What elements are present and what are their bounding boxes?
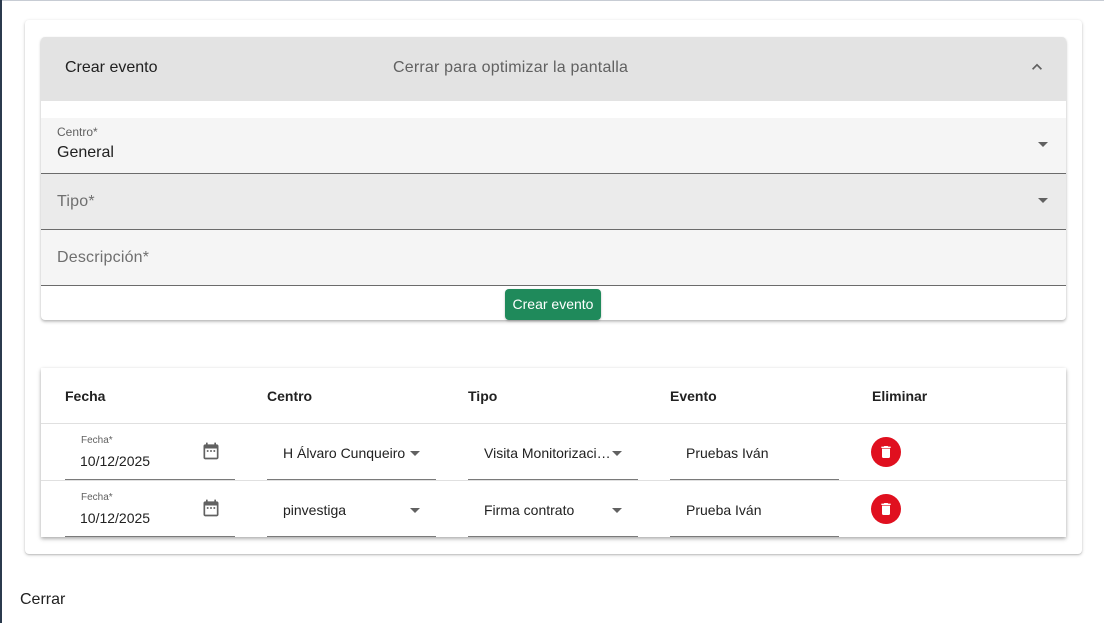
evento-value: Pruebas Iván <box>686 445 769 461</box>
centro-row-select[interactable]: H Álvaro Cunqueiro <box>267 424 436 480</box>
calendar-icon[interactable] <box>201 498 221 518</box>
centro-row-select[interactable]: pinvestiga <box>267 481 436 537</box>
tipo-row-value: Firma contrato <box>484 502 575 518</box>
window-top-border <box>0 0 1104 1</box>
evento-input[interactable]: Pruebas Iván <box>670 424 839 480</box>
fecha-label: Fecha* <box>81 435 113 446</box>
trash-icon <box>881 503 891 515</box>
descripcion-field[interactable]: Descripción* <box>41 230 1066 286</box>
centro-label: Centro* <box>57 125 98 139</box>
chevron-up-icon[interactable] <box>1027 57 1047 77</box>
close-button[interactable]: Cerrar <box>20 591 65 609</box>
evento-input[interactable]: Prueba Iván <box>670 481 839 537</box>
dropdown-arrow-icon <box>612 508 622 513</box>
tipo-row-select[interactable]: Visita Monitorización <box>468 424 638 480</box>
header-eliminar: Eliminar <box>872 388 928 404</box>
dropdown-arrow-icon <box>410 451 420 456</box>
dropdown-arrow-icon <box>612 451 622 456</box>
create-event-panel-header[interactable]: Crear evento Cerrar para optimizar la pa… <box>41 37 1066 101</box>
fecha-input[interactable]: Fecha* 10/12/2025 <box>65 424 235 480</box>
events-table: Fecha Centro Tipo Evento Eliminar Fecha*… <box>41 368 1066 537</box>
fecha-value: 10/12/2025 <box>80 453 151 469</box>
header-evento: Evento <box>670 388 717 404</box>
fecha-input[interactable]: Fecha* 10/12/2025 <box>65 481 235 537</box>
dropdown-arrow-icon <box>410 508 420 513</box>
fecha-label: Fecha* <box>81 492 113 503</box>
centro-row-value: H Álvaro Cunqueiro <box>283 445 406 461</box>
tipo-row-value: Visita Monitorización <box>484 445 612 461</box>
delete-button[interactable] <box>871 437 901 467</box>
trash-icon <box>881 446 891 458</box>
centro-select[interactable]: Centro* General <box>41 118 1066 174</box>
header-centro: Centro <box>267 388 313 404</box>
tipo-label: Tipo* <box>57 193 95 210</box>
dropdown-arrow-icon <box>1038 142 1048 147</box>
fecha-value: 10/12/2025 <box>80 510 151 526</box>
panel-title: Crear evento <box>65 59 158 76</box>
evento-value: Prueba Iván <box>686 502 762 518</box>
dropdown-arrow-icon <box>1038 198 1048 203</box>
descripcion-label: Descripción* <box>57 249 150 266</box>
tipo-select[interactable]: Tipo* <box>41 174 1066 230</box>
centro-row-value: pinvestiga <box>283 502 347 518</box>
header-tipo: Tipo <box>468 388 498 404</box>
main-card: Crear evento Cerrar para optimizar la pa… <box>25 20 1082 554</box>
create-event-button[interactable]: Crear evento <box>505 289 601 320</box>
header-fecha: Fecha <box>65 388 106 404</box>
window-left-border <box>0 0 2 623</box>
tipo-row-select[interactable]: Firma contrato <box>468 481 638 537</box>
delete-button[interactable] <box>871 494 901 524</box>
create-event-panel: Crear evento Cerrar para optimizar la pa… <box>41 37 1066 320</box>
panel-description: Cerrar para optimizar la pantalla <box>393 59 629 76</box>
calendar-icon[interactable] <box>201 441 221 461</box>
centro-value: General <box>57 144 114 161</box>
